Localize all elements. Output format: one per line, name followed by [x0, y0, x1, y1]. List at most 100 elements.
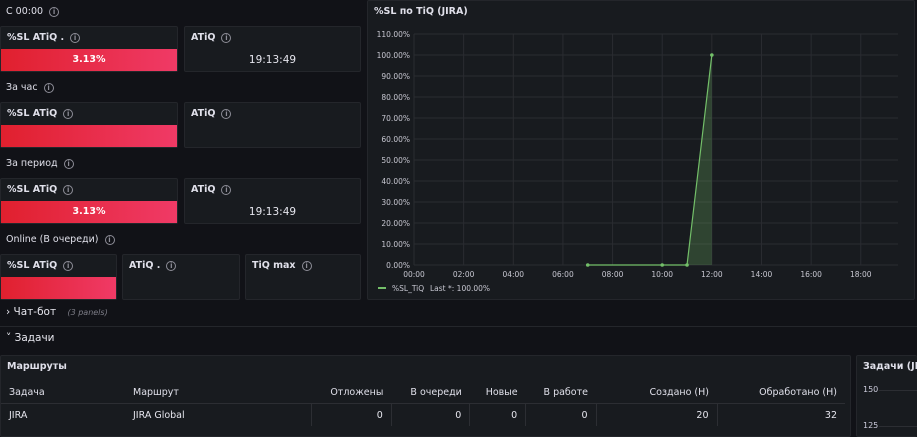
sl-atiq-panel-2[interactable]: %SL ATiQ i — [0, 102, 178, 148]
x-tick-label: 14:00 — [751, 270, 773, 279]
panel-title: ATiQ i — [191, 108, 232, 119]
row-chatbot-title: Чат-бот — [13, 306, 57, 318]
col-header[interactable]: Создано (Н) — [596, 381, 717, 404]
x-tick-label: 12:00 — [701, 270, 723, 279]
panel-title: %SL ATiQ i — [7, 108, 74, 119]
info-icon[interactable]: i — [221, 32, 232, 43]
sl-tiq-chart-panel[interactable]: %SL по TiQ (JIRA) 0.00% 10.00% 20.00% 30.00… — [367, 0, 915, 300]
panel-title: ATiQ i — [191, 32, 232, 43]
y-tick-label: 0.00% — [386, 261, 410, 270]
tasks-jira-title: Задачи (JIR — [863, 361, 917, 372]
cell-task: JIRA — [1, 403, 125, 426]
legend-last-value: Last *: 100.00% — [430, 284, 490, 293]
x-tick-label: 16:00 — [800, 270, 822, 279]
panel-title: ATiQ i — [191, 184, 232, 195]
x-tick-label: 04:00 — [502, 270, 524, 279]
legend-label: %SL_TiQ — [392, 284, 424, 293]
y-tick-label: 90.00% — [381, 72, 410, 81]
data-point — [585, 263, 590, 267]
atiq-panel-1[interactable]: ATiQ i 19:13:49 — [184, 26, 361, 72]
cell-created: 20 — [595, 403, 717, 426]
data-point — [660, 263, 665, 267]
sl-value-bar — [1, 277, 116, 299]
data-point — [710, 53, 714, 57]
y-tick-label: 20.00% — [381, 219, 410, 228]
col-header[interactable]: Задача — [1, 381, 125, 404]
info-icon[interactable]: i — [70, 32, 81, 43]
sl-tiq-chart: 0.00% 10.00% 20.00% 30.00% 40.00% 50.00% 60.00… — [377, 30, 898, 293]
table-row[interactable]: JIRA JIRA Global 0 0 0 0 20 32 — [1, 403, 845, 426]
sl-atiq-panel-1[interactable]: %SL ATiQ .i 3.13% — [0, 26, 178, 72]
divider — [0, 326, 917, 327]
row-chatbot-count: (3 panels) — [67, 308, 108, 317]
cell-processed: 32 — [716, 403, 845, 426]
panel-title: %SL ATiQ i — [7, 184, 74, 195]
sl-value-bar: 3.13% — [1, 201, 177, 223]
sl-value-bar — [1, 125, 177, 147]
y-tick-label: 125 — [863, 421, 879, 430]
info-icon[interactable]: i — [166, 260, 177, 271]
cell-route: JIRA Global — [125, 403, 311, 426]
section-title-per-period: За период i — [6, 158, 74, 169]
cell-postponed: 0 — [310, 403, 392, 426]
sl-atiq-panel-3[interactable]: %SL ATiQ i 3.13% — [0, 178, 178, 224]
info-icon[interactable]: i — [63, 158, 74, 169]
info-icon[interactable]: i — [43, 82, 54, 93]
tasks-jira-panel[interactable]: Задачи (JIR 150 125 — [856, 355, 917, 437]
routes-panel[interactable]: Маршруты Задача Маршрут Отложены В очере… — [0, 355, 851, 437]
panel-title: TiQ max i — [252, 260, 312, 271]
atiq-panel-2[interactable]: ATiQ i — [184, 102, 361, 148]
x-tick-label: 00:00 — [403, 270, 425, 279]
atiq-panel-3[interactable]: ATiQ i 19:13:49 — [184, 178, 361, 224]
row-tasks[interactable]: ˅ Задачи — [6, 332, 54, 344]
routes-table: Задача Маршрут Отложены В очереди Новые … — [1, 381, 845, 426]
routes-title: Маршруты — [7, 361, 67, 372]
atiq-value: 19:13:49 — [248, 54, 297, 66]
x-tick-label: 18:00 — [850, 270, 872, 279]
y-tick-label: 10.00% — [381, 240, 410, 249]
chevron-down-icon: ˅ — [6, 332, 12, 344]
col-header[interactable]: В работе — [526, 381, 596, 404]
y-tick-label: 40.00% — [381, 177, 410, 186]
col-header[interactable]: Отложены — [311, 381, 391, 404]
y-tick-label: 30.00% — [381, 198, 410, 207]
row-chatbot[interactable]: › Чат-бот (3 panels) — [6, 306, 108, 318]
info-icon[interactable]: i — [49, 6, 60, 17]
info-icon[interactable]: i — [104, 234, 115, 245]
row-tasks-title: Задачи — [14, 332, 55, 344]
x-tick-label: 10:00 — [651, 270, 673, 279]
section-title-since-midnight: С 00:00 i — [6, 6, 60, 17]
x-tick-label: 02:00 — [453, 270, 475, 279]
info-icon[interactable]: i — [63, 108, 74, 119]
col-header[interactable]: Маршрут — [125, 381, 311, 404]
section-title-per-hour: За час i — [6, 82, 54, 93]
y-tick-label: 70.00% — [381, 114, 410, 123]
y-tick-label: 100.00% — [377, 51, 410, 60]
chevron-right-icon: › — [6, 306, 11, 318]
panel-title: %SL ATiQ i — [7, 260, 74, 271]
tiq-max-panel[interactable]: TiQ max i — [245, 254, 361, 300]
y-tick-label: 80.00% — [381, 93, 410, 102]
col-header[interactable]: Обработано (Н) — [717, 381, 845, 404]
y-tick-label: 110.00% — [377, 30, 410, 39]
atiq-panel-4[interactable]: ATiQ .i — [122, 254, 240, 300]
x-tick-label: 06:00 — [552, 270, 574, 279]
grid-line — [879, 390, 917, 391]
section-title-online: Online (В очереди) i — [6, 234, 115, 245]
y-tick-label: 150 — [863, 385, 879, 394]
cell-new: 0 — [469, 403, 526, 426]
table-header-row: Задача Маршрут Отложены В очереди Новые … — [1, 381, 845, 404]
col-header[interactable]: Новые — [470, 381, 526, 404]
col-header[interactable]: В очереди — [391, 381, 470, 404]
info-icon[interactable]: i — [63, 184, 74, 195]
sl-value-bar: 3.13% — [1, 49, 177, 71]
info-icon[interactable]: i — [63, 260, 74, 271]
grid-line — [879, 426, 917, 427]
x-tick-label: 08:00 — [602, 270, 624, 279]
panel-title: ATiQ .i — [129, 260, 177, 271]
cell-in-progress: 0 — [525, 403, 596, 426]
info-icon[interactable]: i — [221, 108, 232, 119]
info-icon[interactable]: i — [221, 184, 232, 195]
info-icon[interactable]: i — [301, 260, 312, 271]
sl-atiq-panel-4[interactable]: %SL ATiQ i — [0, 254, 117, 300]
